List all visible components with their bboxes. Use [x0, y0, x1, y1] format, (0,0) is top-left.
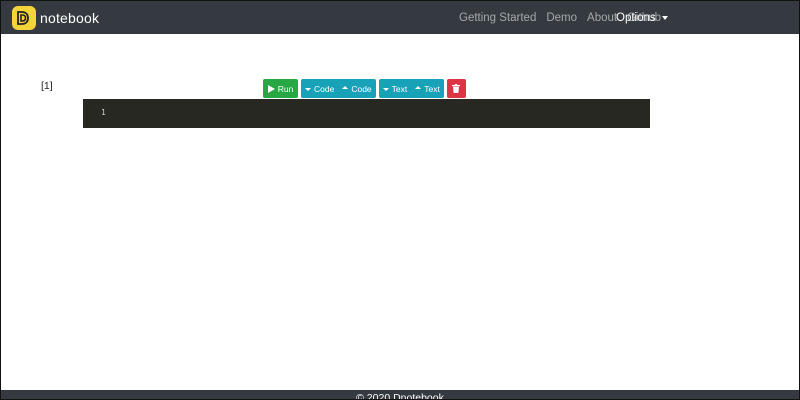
add-code-below-button[interactable]: Code [301, 79, 338, 98]
add-text-below-label: Text [391, 83, 408, 94]
nav-link-about[interactable]: About [587, 12, 617, 24]
line-number: 1 [101, 108, 106, 117]
arrow-up-icon [342, 86, 349, 89]
cell-toolbar: Run Code Code Text Text [263, 79, 466, 98]
brand[interactable]: notebook [12, 1, 99, 34]
code-line[interactable] [123, 105, 644, 121]
add-code-below-label: Code [314, 83, 335, 94]
copyright-text: © 2020 Dnotebook [356, 392, 444, 400]
app-frame: notebook Getting Started Demo About Gith… [0, 0, 800, 400]
play-icon [267, 84, 275, 93]
add-text-below-button[interactable]: Text [379, 79, 412, 98]
add-text-above-button[interactable]: Text [411, 79, 444, 98]
cell-index: [1] [41, 80, 53, 92]
options-dropdown[interactable]: Options [616, 1, 668, 34]
brand-name: notebook [40, 9, 100, 26]
nav-link-demo[interactable]: Demo [546, 12, 577, 24]
trash-icon [452, 84, 461, 93]
delete-cell-button[interactable] [446, 79, 466, 98]
navbar: notebook Getting Started Demo About Gith… [1, 1, 799, 34]
run-button[interactable]: Run [263, 79, 298, 98]
add-code-above-button[interactable]: Code [338, 79, 375, 98]
text-button-group: Text Text [378, 79, 444, 98]
add-code-above-label: Code [351, 83, 372, 94]
arrow-down-icon [305, 88, 311, 91]
caret-down-icon [661, 16, 668, 20]
arrow-down-icon [382, 88, 389, 91]
run-button-label: Run [277, 83, 294, 94]
footer: © 2020 Dnotebook [1, 390, 799, 400]
code-button-group: Code Code [301, 79, 376, 98]
options-dropdown-label: Options [616, 11, 656, 24]
nav-link-getting-started[interactable]: Getting Started [459, 12, 536, 24]
add-text-above-label: Text [424, 83, 440, 94]
dnotebook-logo-icon [12, 5, 36, 30]
code-editor[interactable]: 1 [83, 99, 650, 128]
arrow-up-icon [415, 86, 422, 89]
